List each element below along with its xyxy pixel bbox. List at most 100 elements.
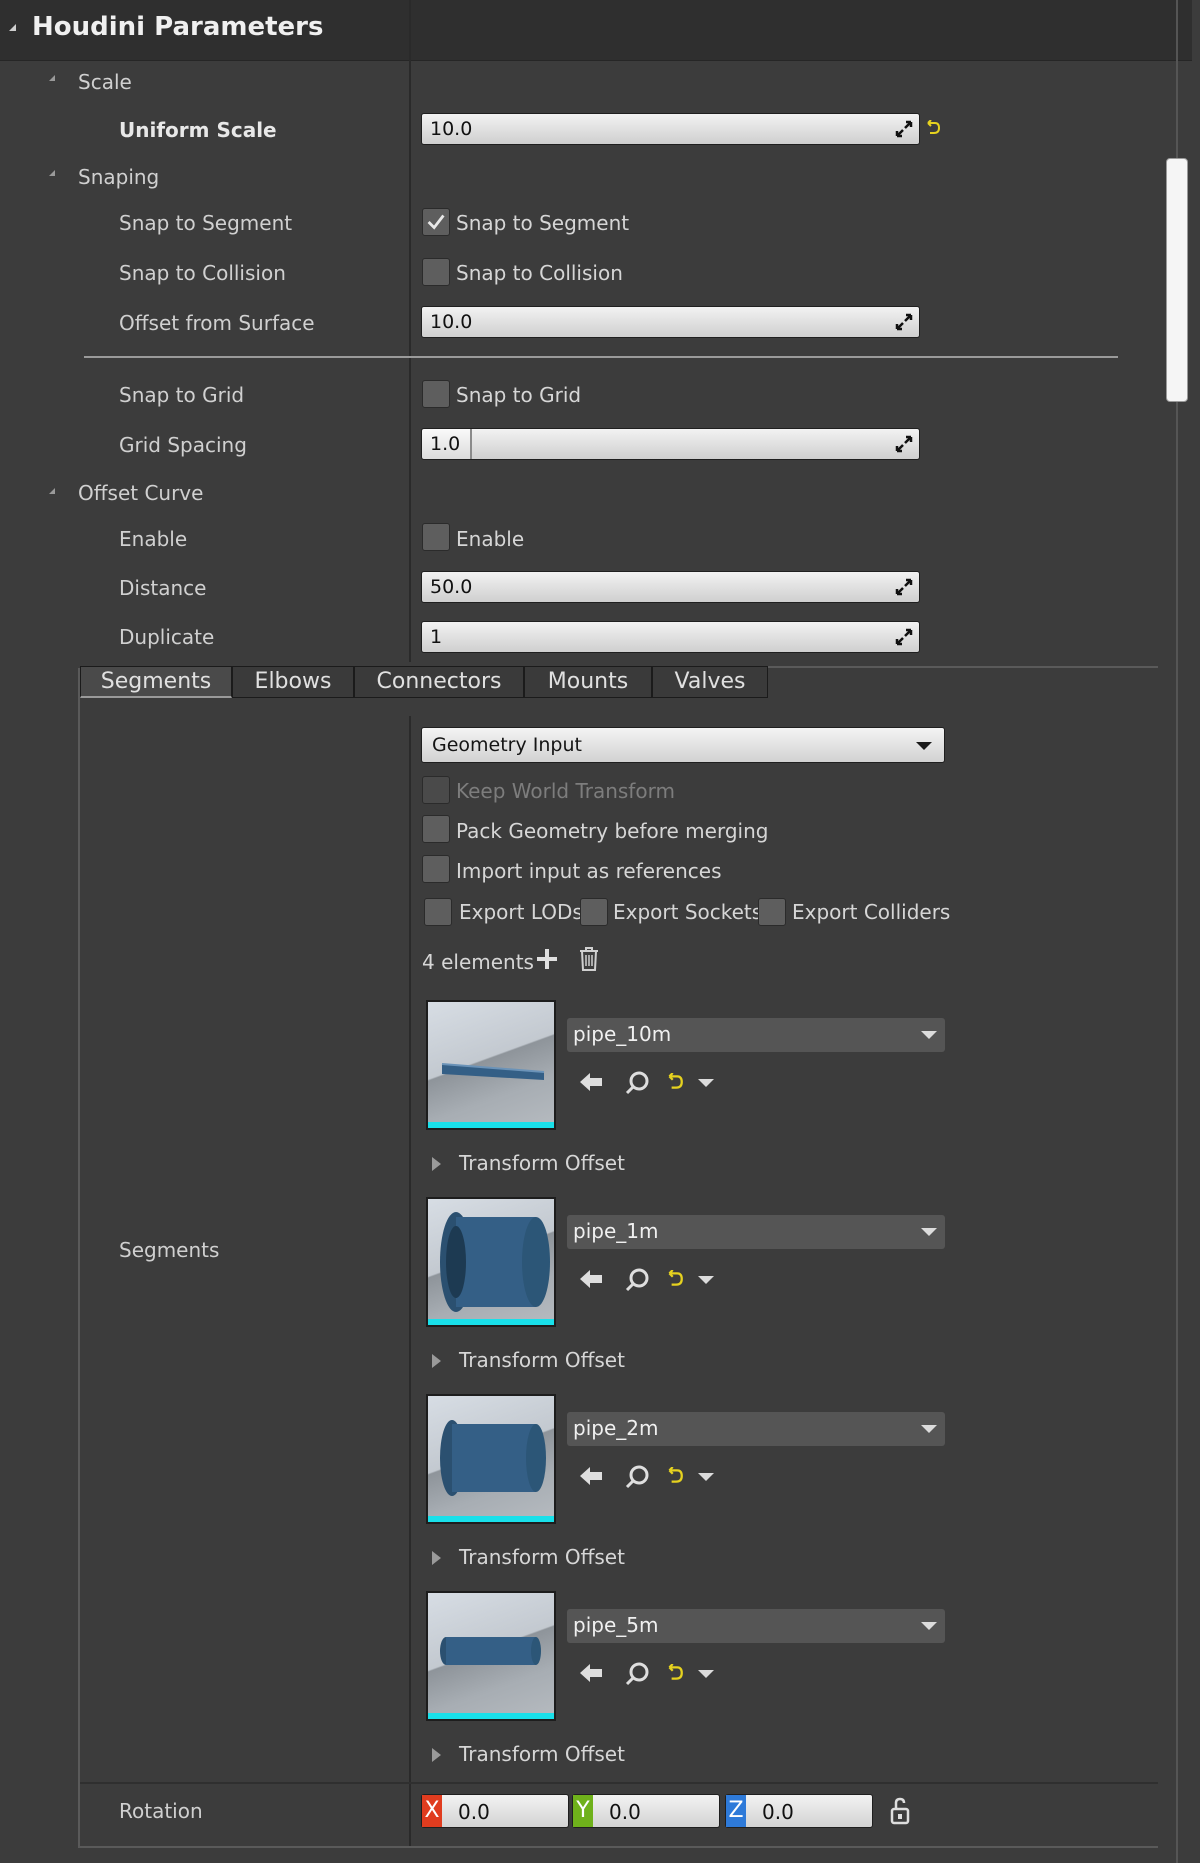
pack-geometry-text[interactable]: Pack Geometry before merging (456, 819, 768, 843)
rotation-y-field[interactable]: Y 0.0 (572, 1794, 720, 1828)
input-type-dropdown[interactable]: Geometry Input (421, 727, 945, 763)
browse-search-icon[interactable] (625, 1464, 651, 1490)
export-colliders-checkbox[interactable] (758, 898, 786, 926)
transform-offset-label[interactable]: Transform Offset (459, 1348, 625, 1372)
collapsed-arrow-icon[interactable] (432, 1748, 441, 1762)
asset-thumbnail[interactable] (426, 1197, 556, 1327)
tab-connectors[interactable]: Connectors (354, 666, 524, 698)
details-panel-header[interactable]: Houdini Parameters (0, 0, 1192, 61)
expand-arrows-icon (895, 120, 913, 138)
expand-arrows-icon (895, 628, 913, 646)
duplicate-label: Duplicate (119, 625, 215, 649)
group-offset-curve[interactable]: Offset Curve (78, 481, 203, 505)
z-axis-tag: Z (726, 1795, 746, 1827)
transform-offset-label[interactable]: Transform Offset (459, 1545, 625, 1569)
column-divider[interactable] (409, 62, 411, 662)
distance-field[interactable]: 50.0 (421, 571, 920, 603)
transform-offset-label[interactable]: Transform Offset (459, 1742, 625, 1766)
chevron-down-icon[interactable] (698, 1473, 714, 1481)
row-divider (80, 1782, 1158, 1784)
rotation-z-field[interactable]: Z 0.0 (725, 1794, 873, 1828)
reset-to-default-icon[interactable] (925, 120, 941, 136)
chevron-down-icon[interactable] (698, 1276, 714, 1284)
snap-to-collision-checkbox[interactable] (422, 258, 450, 286)
browse-search-icon[interactable] (625, 1661, 651, 1687)
chevron-down-icon[interactable] (698, 1079, 714, 1087)
chevron-down-icon[interactable] (698, 1670, 714, 1678)
panel-bottom-border (80, 1846, 1158, 1848)
column-divider (409, 0, 411, 62)
asset-dropdown[interactable]: pipe_5m (567, 1609, 945, 1643)
delete-all-icon[interactable] (578, 946, 600, 972)
export-sockets-checkbox[interactable] (580, 898, 608, 926)
export-lods-checkbox[interactable] (424, 898, 452, 926)
snap-to-collision-text[interactable]: Snap to Collision (456, 261, 623, 285)
duplicate-value: 1 (430, 626, 443, 648)
tab-valves[interactable]: Valves (652, 666, 768, 698)
snap-to-segment-checkbox[interactable] (422, 208, 450, 236)
collapse-arrow-icon[interactable] (9, 24, 16, 31)
snap-to-collision-label: Snap to Collision (119, 261, 286, 285)
asset-selected-bar (428, 1713, 554, 1719)
asset-dropdown[interactable]: pipe_1m (567, 1215, 945, 1249)
chevron-down-icon (921, 1031, 937, 1039)
group-expanded-icon[interactable] (49, 488, 55, 494)
snap-to-grid-checkbox[interactable] (422, 380, 450, 408)
transform-offset-label[interactable]: Transform Offset (459, 1151, 625, 1175)
add-element-icon[interactable] (535, 947, 559, 971)
asset-thumbnail[interactable] (426, 1000, 556, 1130)
group-expanded-icon[interactable] (49, 170, 55, 176)
reset-to-default-icon[interactable] (666, 1467, 684, 1485)
pack-geometry-checkbox[interactable] (422, 815, 450, 843)
column-divider[interactable] (409, 1784, 411, 1848)
offset-from-surface-field[interactable]: 10.0 (421, 306, 920, 338)
browse-search-icon[interactable] (625, 1070, 651, 1096)
rotation-x-field[interactable]: X 0.0 (421, 1794, 569, 1828)
use-selected-arrow-icon[interactable] (578, 1071, 604, 1093)
collapsed-arrow-icon[interactable] (432, 1551, 441, 1565)
asset-dropdown[interactable]: pipe_10m (567, 1018, 945, 1052)
use-selected-arrow-icon[interactable] (578, 1465, 604, 1487)
collapsed-arrow-icon[interactable] (432, 1157, 441, 1171)
use-selected-arrow-icon[interactable] (578, 1662, 604, 1684)
distance-value: 50.0 (430, 576, 473, 598)
group-expanded-icon[interactable] (49, 75, 55, 81)
reset-to-default-icon[interactable] (666, 1664, 684, 1682)
asset-thumbnail[interactable] (426, 1394, 556, 1524)
unlock-icon[interactable] (888, 1797, 914, 1825)
export-sockets-text[interactable]: Export Sockets (613, 900, 762, 924)
keep-world-transform-text[interactable]: Keep World Transform (456, 779, 675, 803)
tab-segments[interactable]: Segments (80, 666, 232, 698)
asset-name: pipe_10m (573, 1022, 672, 1046)
snap-to-segment-text[interactable]: Snap to Segment (456, 211, 629, 235)
keep-world-transform-checkbox[interactable] (422, 776, 450, 804)
segments-label: Segments (119, 1238, 220, 1262)
collapsed-arrow-icon[interactable] (432, 1354, 441, 1368)
expand-arrows-icon (895, 578, 913, 596)
export-colliders-text[interactable]: Export Colliders (792, 900, 950, 924)
offset-from-surface-label: Offset from Surface (119, 311, 315, 335)
import-references-checkbox[interactable] (422, 855, 450, 883)
scrollbar-thumb[interactable] (1166, 158, 1188, 402)
tab-mounts[interactable]: Mounts (524, 666, 652, 698)
asset-dropdown[interactable]: pipe_2m (567, 1412, 945, 1446)
grid-spacing-slider[interactable]: 1.0 (421, 428, 920, 460)
group-scale[interactable]: Scale (78, 70, 132, 94)
tab-bar: Segments Elbows Connectors Mounts Valves (80, 666, 780, 700)
uniform-scale-field[interactable]: 10.0 (421, 113, 920, 145)
export-lods-text[interactable]: Export LODs (459, 900, 583, 924)
asset-thumbnail[interactable] (426, 1591, 556, 1721)
reset-to-default-icon[interactable] (666, 1270, 684, 1288)
enable-checkbox[interactable] (422, 523, 450, 551)
snap-to-grid-text[interactable]: Snap to Grid (456, 383, 581, 407)
import-references-text[interactable]: Import input as references (456, 859, 722, 883)
group-snaping[interactable]: Snaping (78, 165, 159, 189)
tab-elbows[interactable]: Elbows (232, 666, 354, 698)
asset-name: pipe_5m (573, 1613, 659, 1637)
browse-search-icon[interactable] (625, 1267, 651, 1293)
use-selected-arrow-icon[interactable] (578, 1268, 604, 1290)
reset-to-default-icon[interactable] (666, 1073, 684, 1091)
column-divider[interactable] (409, 716, 411, 1782)
duplicate-field[interactable]: 1 (421, 621, 920, 653)
enable-text[interactable]: Enable (456, 527, 524, 551)
